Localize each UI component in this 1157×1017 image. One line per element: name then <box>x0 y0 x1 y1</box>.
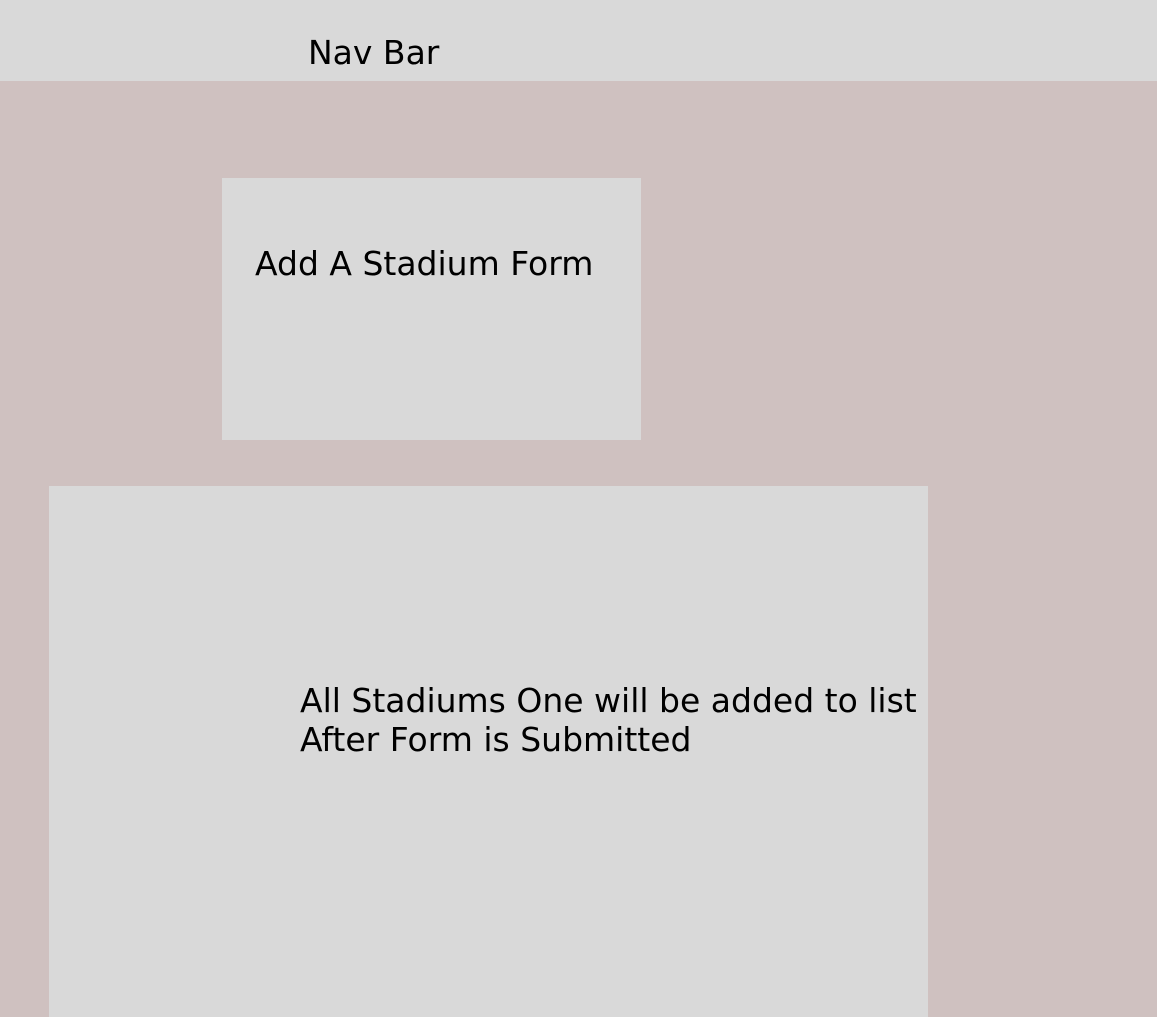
nav-bar-label: Nav Bar <box>308 33 440 72</box>
stadium-list-placeholder-text: All Stadiums One will be added to list A… <box>300 681 917 759</box>
stadium-list-text-line-1: All Stadiums One will be added to list <box>300 681 917 720</box>
nav-bar: Nav Bar <box>0 0 1157 81</box>
stadium-list-text-line-2: After Form is Submitted <box>300 720 692 759</box>
stadium-list-panel: All Stadiums One will be added to list A… <box>49 486 928 1017</box>
add-stadium-form-label: Add A Stadium Form <box>255 244 594 283</box>
add-stadium-form-panel: Add A Stadium Form <box>222 178 641 440</box>
